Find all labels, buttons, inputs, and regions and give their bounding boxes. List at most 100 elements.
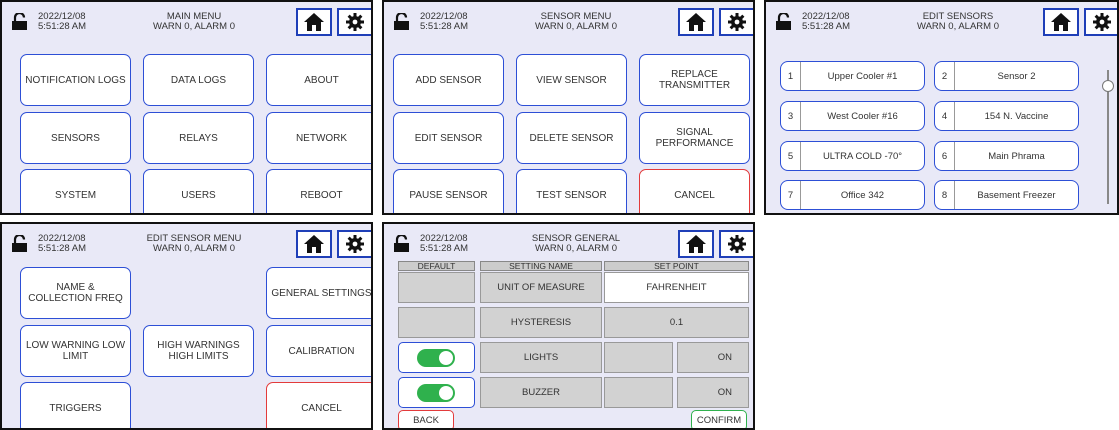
menu-title: SENSOR MENU WARN 0, ALARM 0 [516, 12, 636, 32]
network-button[interactable]: NETWORK [266, 112, 371, 164]
sensor-item-8[interactable]: 8 Basement Freezer [934, 180, 1079, 210]
status-header: 2022/12/08 5:51:28 AM MAIN MENU WARN 0, AL… [2, 2, 371, 38]
status-header: 2022/12/08 5:51:28 AM EDIT SENSOR MENU WAR… [2, 224, 371, 260]
sensor-name: 154 N. Vaccine [984, 110, 1049, 122]
time-text: 5:51:28 AM [420, 243, 469, 254]
calibration-button[interactable]: CALIBRATION [266, 325, 371, 377]
data-logs-button[interactable]: DATA LOGS [143, 54, 254, 106]
sensor-item-5[interactable]: 5 ULTRA COLD -70° [780, 141, 925, 171]
set-point-field[interactable]: 0.1 [604, 307, 749, 338]
view-sensor-button[interactable]: VIEW SENSOR [516, 54, 627, 106]
home-icon [304, 13, 324, 31]
reboot-button[interactable]: REBOOT [266, 169, 371, 213]
unlock-icon[interactable] [776, 13, 791, 30]
home-button[interactable] [678, 230, 714, 258]
sensor-item-2[interactable]: 2 Sensor 2 [934, 61, 1079, 91]
sensor-number: 2 [935, 62, 955, 90]
confirm-button[interactable]: CONFIRM [691, 410, 747, 428]
gear-icon [1093, 13, 1111, 31]
set-point-field[interactable]: ON [677, 342, 749, 373]
unlock-icon[interactable] [12, 235, 27, 252]
name-collection-freq-button[interactable]: NAME & COLLECTION FREQ [20, 267, 131, 319]
toggle-switch[interactable] [417, 384, 455, 402]
sensor-item-7[interactable]: 7 Office 342 [780, 180, 925, 210]
datetime: 2022/12/08 5:51:28 AM [802, 12, 850, 32]
relays-button[interactable]: RELAYS [143, 112, 254, 164]
about-button[interactable]: ABOUT [266, 54, 371, 106]
general-settings-button[interactable]: GENERAL SETTINGS [266, 267, 371, 319]
edit-sensor-button[interactable]: EDIT SENSOR [393, 112, 504, 164]
settings-button[interactable] [719, 8, 753, 36]
home-button[interactable] [1043, 8, 1079, 36]
time-text: 5:51:28 AM [38, 243, 87, 254]
sensor-name: Upper Cooler #1 [827, 70, 898, 82]
set-point-field[interactable]: FAHRENHEIT [604, 272, 749, 303]
cancel-button[interactable]: CANCEL [266, 382, 371, 428]
add-sensor-button[interactable]: ADD SENSOR [393, 54, 504, 106]
edit-sensor-menu-panel: 2022/12/08 5:51:28 AM EDIT SENSOR MENU WAR… [0, 222, 373, 430]
high-warnings-high-limits-button[interactable]: HIGH WARNINGS HIGH LIMITS [143, 325, 254, 377]
column-header-setting-name: SETTING NAME [480, 261, 602, 271]
settings-button[interactable] [337, 8, 371, 36]
scrollbar-thumb[interactable] [1102, 80, 1114, 92]
warn-alarm-text: WARN 0, ALARM 0 [534, 21, 617, 32]
menu-title: MAIN MENU WARN 0, ALARM 0 [134, 12, 254, 32]
home-button[interactable] [296, 230, 332, 258]
sensor-number: 3 [781, 102, 801, 130]
sensor-item-1[interactable]: 1 Upper Cooler #1 [780, 61, 925, 91]
status-header: 2022/12/08 5:51:28 AM SENSOR MENU WARN 0, … [384, 2, 753, 38]
status-header: 2022/12/08 5:51:28 AM EDIT SENSORS WARN 0,… [766, 2, 1117, 38]
datetime: 2022/12/08 5:51:28 AM [420, 234, 468, 254]
sensor-number: 1 [781, 62, 801, 90]
triggers-button[interactable]: TRIGGERS [20, 382, 131, 428]
sensor-name: Office 342 [840, 189, 885, 201]
buzzer-default-toggle-box[interactable] [398, 377, 475, 408]
delete-sensor-button[interactable]: DELETE SENSOR [516, 112, 627, 164]
setting-name-cell: LIGHTS [480, 342, 602, 373]
unlock-icon[interactable] [394, 13, 409, 30]
set-point-field[interactable]: ON [677, 377, 749, 408]
default-cell [398, 307, 475, 338]
settings-button[interactable] [719, 230, 753, 258]
users-button[interactable]: USERS [143, 169, 254, 213]
gear-icon [346, 235, 364, 253]
settings-button[interactable] [337, 230, 371, 258]
column-header-default: DEFAULT [398, 261, 475, 271]
back-button[interactable]: BACK [398, 410, 454, 428]
toggle-knob [439, 351, 453, 365]
set-point-value: ON [717, 387, 732, 398]
test-sensor-button[interactable]: TEST SENSOR [516, 169, 627, 213]
sensors-button[interactable]: SENSORS [20, 112, 131, 164]
replace-transmitter-button[interactable]: REPLACE TRANSMITTER [639, 54, 750, 106]
sensor-item-6[interactable]: 6 Main Phrama [934, 141, 1079, 171]
sensor-name: Main Phrama [988, 150, 1045, 162]
sensor-name: Sensor 2 [997, 70, 1036, 82]
home-icon [686, 235, 706, 253]
lights-default-toggle-box[interactable] [398, 342, 475, 373]
toggle-switch[interactable] [417, 349, 455, 367]
menu-title: EDIT SENSOR MENU WARN 0, ALARM 0 [134, 234, 254, 254]
notification-logs-button[interactable]: NOTIFICATION LOGS [20, 54, 131, 106]
home-button[interactable] [296, 8, 332, 36]
datetime: 2022/12/08 5:51:28 AM [38, 12, 86, 32]
default-cell [398, 272, 475, 303]
system-button[interactable]: SYSTEM [20, 169, 131, 213]
unlock-icon[interactable] [12, 13, 27, 30]
time-text: 5:51:28 AM [420, 21, 469, 32]
home-button[interactable] [678, 8, 714, 36]
sensor-item-4[interactable]: 4 154 N. Vaccine [934, 101, 1079, 131]
pause-sensor-button[interactable]: PAUSE SENSOR [393, 169, 504, 213]
cancel-button[interactable]: CANCEL [639, 169, 750, 213]
settings-button[interactable] [1084, 8, 1117, 36]
warn-alarm-text: WARN 0, ALARM 0 [152, 243, 235, 254]
home-icon [686, 13, 706, 31]
signal-performance-button[interactable]: SIGNAL PERFORMANCE [639, 112, 750, 164]
toggle-knob [439, 386, 453, 400]
setting-name-cell: BUZZER [480, 377, 602, 408]
low-warning-low-limit-button[interactable]: LOW WARNING LOW LIMIT [20, 325, 131, 377]
sensor-item-3[interactable]: 3 West Cooler #16 [780, 101, 925, 131]
sensor-number: 8 [935, 181, 955, 209]
sensor-name: Basement Freezer [977, 189, 1056, 201]
unlock-icon[interactable] [394, 235, 409, 252]
datetime: 2022/12/08 5:51:28 AM [38, 234, 86, 254]
